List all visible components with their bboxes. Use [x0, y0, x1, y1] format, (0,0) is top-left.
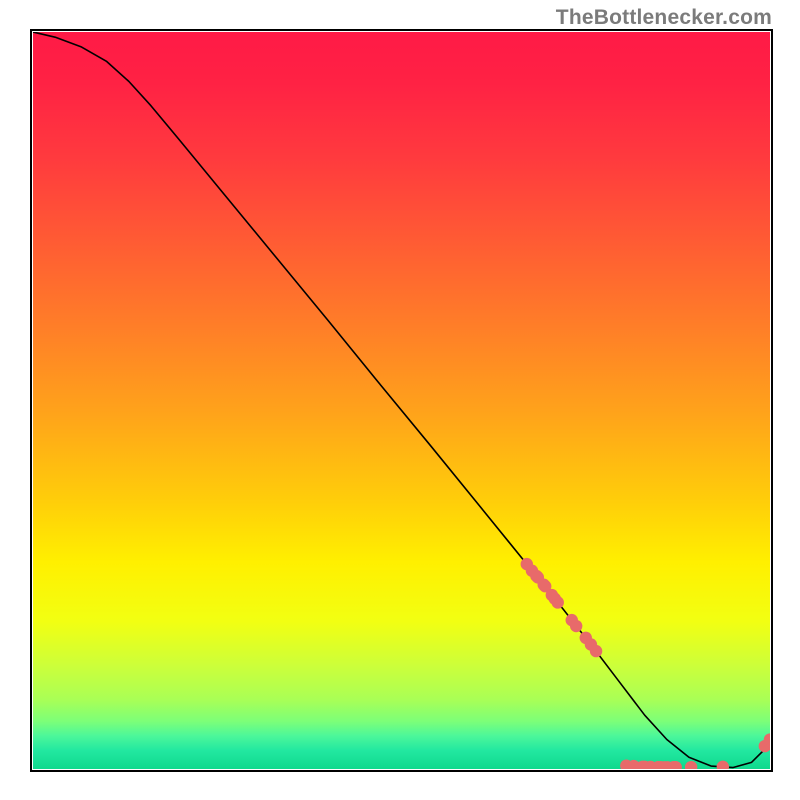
plot-frame [0, 0, 800, 800]
chart-stage: TheBottlenecker.com [0, 0, 800, 800]
watermark-text: TheBottlenecker.com [556, 6, 772, 30]
